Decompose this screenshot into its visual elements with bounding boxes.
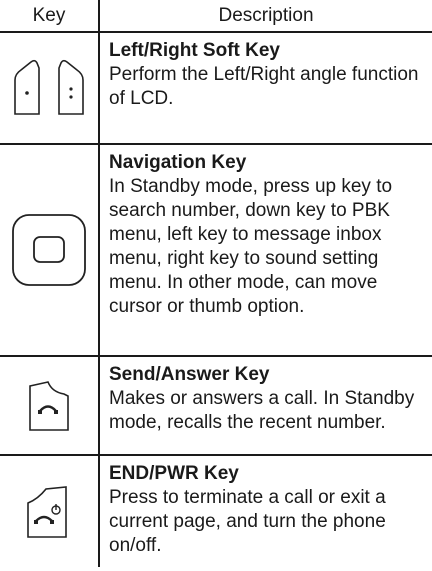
- navigation-key-icon: [12, 214, 86, 286]
- key-description: Perform the Left/Right angle function of…: [109, 64, 419, 109]
- key-cell: [0, 455, 100, 567]
- end-power-key-icon: [27, 485, 67, 538]
- table-row: Left/Right Soft Key Perform the Left/Rig…: [0, 32, 432, 145]
- header-row: Key Description: [0, 0, 432, 33]
- description-cell: Send/Answer Key Makes or answers a call.…: [99, 356, 432, 456]
- description-cell: END/PWR Key Press to terminate a call or…: [99, 455, 432, 567]
- key-column-header: Key: [0, 0, 100, 33]
- key-title: Send/Answer Key: [109, 364, 270, 385]
- soft-keys-icon: [14, 59, 84, 115]
- table-row: Navigation Key In Standby mode, press up…: [0, 144, 432, 357]
- key-description: In Standby mode, press up key to search …: [109, 176, 393, 317]
- key-description-table: Key Description Left/Right Soft Key Perf…: [0, 0, 432, 567]
- send-key-icon: [29, 380, 69, 431]
- key-title: Left/Right Soft Key: [109, 40, 280, 61]
- table-row: END/PWR Key Press to terminate a call or…: [0, 455, 432, 567]
- key-cell: [0, 144, 100, 357]
- description-column-header: Description: [99, 0, 432, 33]
- table-row: Send/Answer Key Makes or answers a call.…: [0, 356, 432, 456]
- key-cell: [0, 356, 100, 456]
- key-description: Makes or answers a call. In Standby mode…: [109, 388, 415, 433]
- key-cell: [0, 32, 100, 145]
- key-title: END/PWR Key: [109, 463, 239, 484]
- key-description: Press to terminate a call or exit a curr…: [109, 487, 386, 556]
- key-title: Navigation Key: [109, 152, 247, 173]
- description-cell: Navigation Key In Standby mode, press up…: [99, 144, 432, 357]
- description-cell: Left/Right Soft Key Perform the Left/Rig…: [99, 32, 432, 145]
